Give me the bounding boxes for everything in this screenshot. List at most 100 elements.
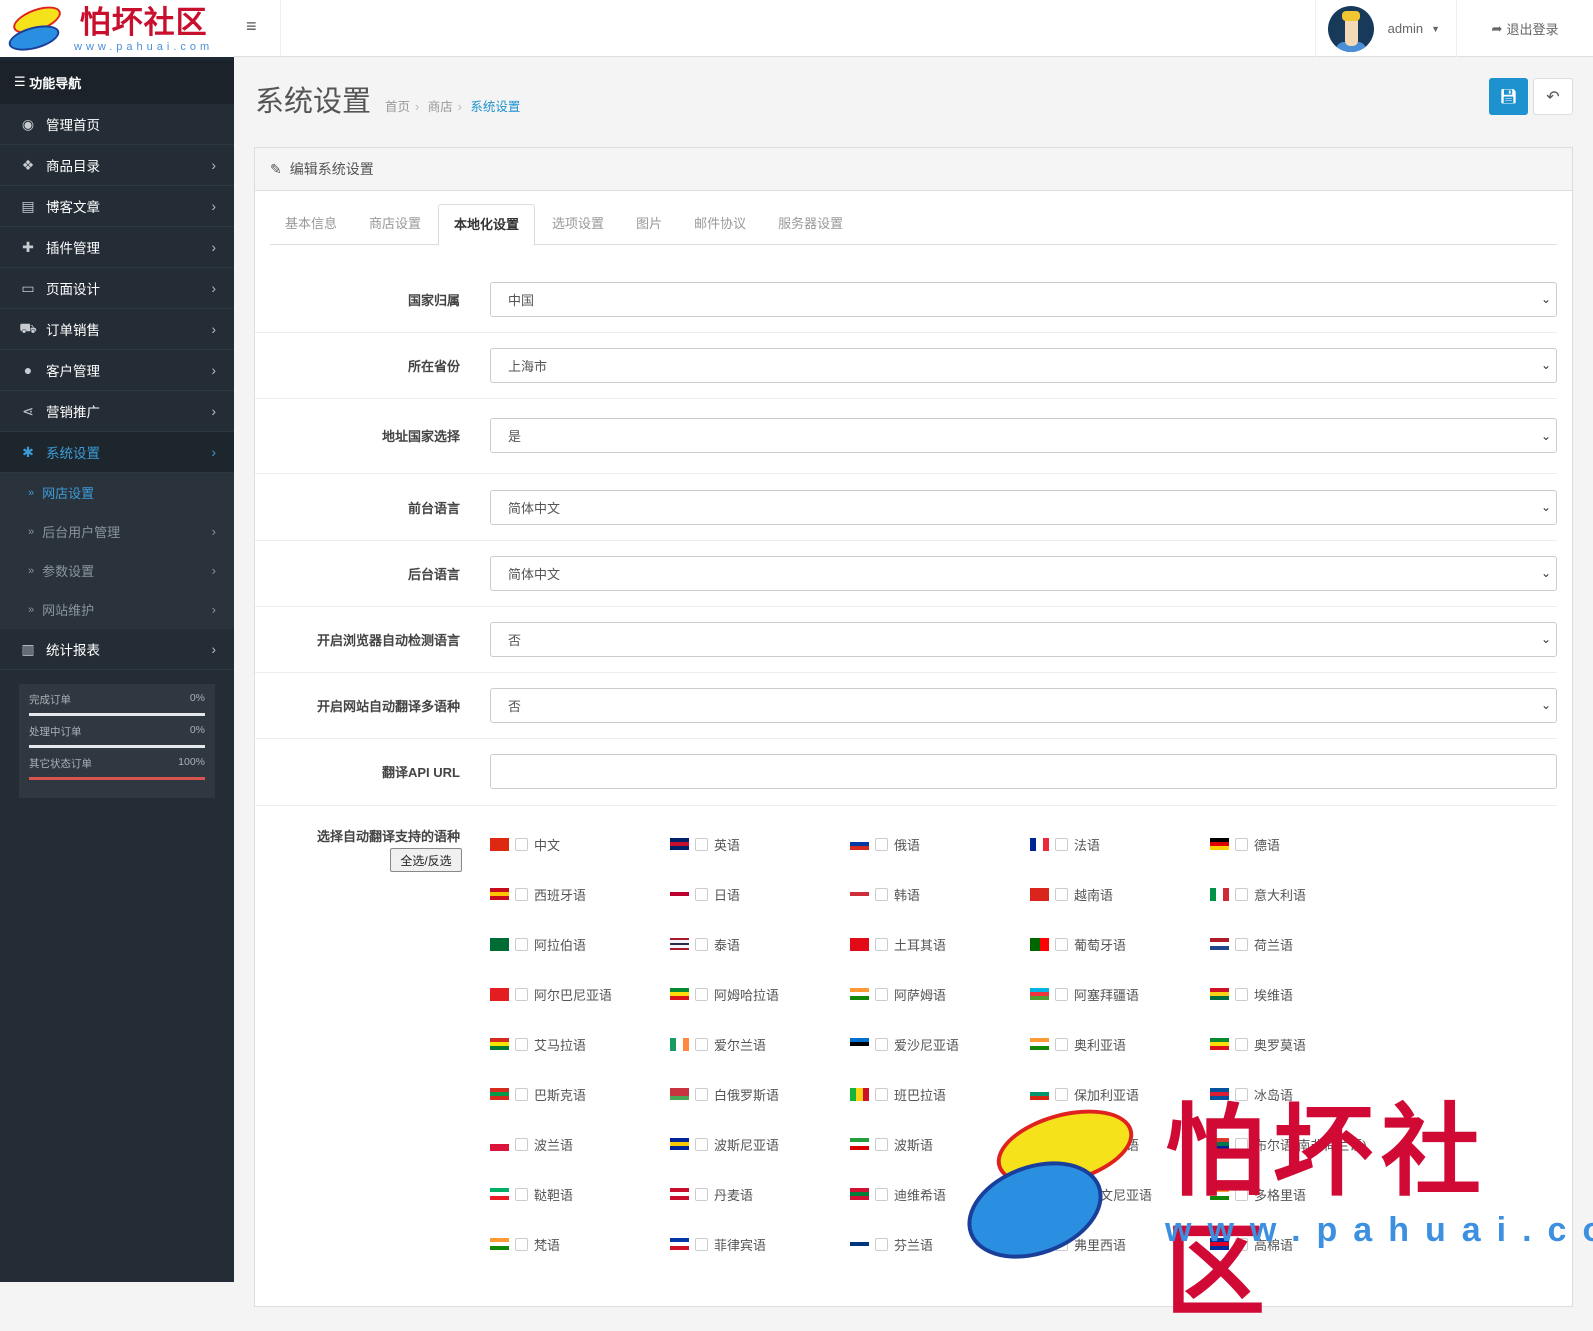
language-option[interactable]: 德语 — [1210, 834, 1280, 854]
language-checkbox[interactable] — [875, 887, 888, 901]
language-checkbox[interactable] — [1055, 937, 1068, 951]
language-option[interactable]: 梵语 — [490, 1234, 560, 1254]
language-option[interactable]: 泰语 — [670, 934, 740, 954]
language-option[interactable]: 班巴拉语 — [850, 1084, 946, 1104]
select-field[interactable]: 简体中文 ⌄ — [490, 489, 1557, 525]
language-option[interactable]: 巴斯克语 — [490, 1084, 586, 1104]
language-option[interactable]: 弗里西语 — [1030, 1234, 1126, 1254]
sidebar-item[interactable]: ✚ 插件管理 › — [0, 227, 234, 268]
language-option[interactable]: 埃维语 — [1210, 984, 1293, 1004]
language-option[interactable]: 迪维希语 — [850, 1184, 946, 1204]
language-checkbox[interactable] — [1235, 1137, 1248, 1151]
language-checkbox[interactable] — [875, 837, 888, 851]
language-option[interactable]: 保加利亚语 — [1030, 1084, 1139, 1104]
sidebar-item[interactable]: ▤ 博客文章 › — [0, 186, 234, 227]
sidebar-item[interactable]: ✱ 系统设置 › — [0, 432, 234, 473]
language-option[interactable]: 鞑靼语 — [490, 1184, 573, 1204]
language-checkbox[interactable] — [1055, 1037, 1068, 1051]
language-checkbox[interactable] — [1235, 1037, 1248, 1051]
language-checkbox[interactable] — [1235, 1237, 1248, 1251]
breadcrumb-current[interactable]: 系统设置 — [470, 100, 520, 114]
language-checkbox[interactable] — [1235, 887, 1248, 901]
tab-3[interactable]: 选项设置 — [537, 204, 619, 244]
language-checkbox[interactable] — [695, 1137, 708, 1151]
language-checkbox[interactable] — [695, 1087, 708, 1101]
sidebar-item[interactable]: ▭ 页面设计 › — [0, 268, 234, 309]
language-checkbox[interactable] — [515, 1037, 528, 1051]
language-checkbox[interactable] — [695, 937, 708, 951]
sidebar-item[interactable]: ◉ 管理首页 — [0, 104, 234, 145]
logout-button[interactable]: ➦ 退出登录 — [1456, 0, 1593, 57]
language-checkbox[interactable] — [515, 1087, 528, 1101]
sidebar-item[interactable]: ❖ 商品目录 › — [0, 145, 234, 186]
language-option[interactable]: 荷兰语 — [1210, 934, 1293, 954]
language-option[interactable]: 阿塞拜疆语 — [1030, 984, 1139, 1004]
language-checkbox[interactable] — [875, 1037, 888, 1051]
select-field[interactable]: 上海市 ⌄ — [490, 347, 1557, 383]
language-checkbox[interactable] — [1055, 1187, 1068, 1201]
language-option[interactable]: 越南语 — [1030, 884, 1113, 904]
language-checkbox[interactable] — [875, 1087, 888, 1101]
language-checkbox[interactable] — [1055, 1087, 1068, 1101]
language-checkbox[interactable] — [1235, 987, 1248, 1001]
language-option[interactable]: 斯洛文尼亚语 — [1030, 1184, 1152, 1204]
language-checkbox[interactable] — [515, 887, 528, 901]
sidebar-subitem[interactable]: » 后台用户管理 › — [0, 512, 234, 551]
language-option[interactable]: 阿萨姆语 — [850, 984, 946, 1004]
select-field[interactable]: 否 ⌄ — [490, 621, 1557, 657]
language-option[interactable]: 冰岛语 — [1210, 1084, 1293, 1104]
sidebar-subitem[interactable]: » 网店设置 — [0, 473, 234, 512]
language-checkbox[interactable] — [1055, 837, 1068, 851]
language-checkbox[interactable] — [515, 1137, 528, 1151]
tab-0[interactable]: 基本信息 — [270, 204, 352, 244]
language-option[interactable]: 菲律宾语 — [670, 1234, 766, 1254]
language-option[interactable]: 中文 — [490, 834, 560, 854]
tab-2[interactable]: 本地化设置 — [438, 204, 536, 246]
language-option[interactable]: 英语 — [670, 834, 740, 854]
language-option[interactable]: 布尔语(南非荷兰语) — [1210, 1134, 1367, 1154]
select-field[interactable]: 中国 ⌄ — [490, 281, 1557, 317]
language-option[interactable]: 阿尔巴尼亚语 — [490, 984, 612, 1004]
language-checkbox[interactable] — [515, 1237, 528, 1251]
language-checkbox[interactable] — [695, 1237, 708, 1251]
sidebar-subitem[interactable]: » 参数设置 › — [0, 551, 234, 590]
breadcrumb-store[interactable]: 商店 — [428, 100, 453, 114]
language-option[interactable]: 奥罗莫语 — [1210, 1034, 1306, 1054]
language-checkbox[interactable] — [1055, 1237, 1068, 1251]
language-checkbox[interactable] — [1235, 1087, 1248, 1101]
language-option[interactable]: 葡萄牙语 — [1030, 934, 1126, 954]
sidebar-item[interactable]: ● 客户管理 › — [0, 350, 234, 391]
language-checkbox[interactable] — [875, 1137, 888, 1151]
language-option[interactable]: 多格里语 — [1210, 1184, 1306, 1204]
select-all-button[interactable]: 全选/反选 — [390, 848, 462, 872]
tab-5[interactable]: 邮件协议 — [679, 204, 761, 244]
language-option[interactable]: 俄语 — [850, 834, 920, 854]
language-checkbox[interactable] — [695, 1187, 708, 1201]
back-button[interactable]: ↶ — [1533, 78, 1573, 115]
language-option[interactable]: 丹麦语 — [670, 1184, 753, 1204]
select-field[interactable]: 简体中文 ⌄ — [490, 555, 1557, 591]
sidebar-subitem[interactable]: » 网站维护 › — [0, 590, 234, 629]
breadcrumb-home[interactable]: 首页 — [385, 100, 410, 114]
language-option[interactable]: 波斯语 — [850, 1134, 933, 1154]
hamburger-toggle-icon[interactable]: ≡ — [246, 16, 257, 37]
language-checkbox[interactable] — [875, 987, 888, 1001]
language-option[interactable]: 意大利语 — [1210, 884, 1306, 904]
language-checkbox[interactable] — [1055, 1137, 1068, 1151]
language-checkbox[interactable] — [695, 1037, 708, 1051]
sidebar-item[interactable]: ⛟ 订单销售 › — [0, 309, 234, 350]
sidebar-item[interactable]: ▥ 统计报表 › — [0, 629, 234, 670]
language-checkbox[interactable] — [695, 837, 708, 851]
language-checkbox[interactable] — [875, 1237, 888, 1251]
language-checkbox[interactable] — [1055, 987, 1068, 1001]
language-option[interactable]: 芬兰语 — [850, 1234, 933, 1254]
language-checkbox[interactable] — [515, 837, 528, 851]
language-option[interactable]: 阿拉伯语 — [490, 934, 586, 954]
language-option[interactable]: 博杰普尔语 — [1030, 1134, 1139, 1154]
language-checkbox[interactable] — [875, 937, 888, 951]
language-checkbox[interactable] — [695, 887, 708, 901]
language-option[interactable]: 西班牙语 — [490, 884, 586, 904]
language-option[interactable]: 艾马拉语 — [490, 1034, 586, 1054]
language-option[interactable]: 阿姆哈拉语 — [670, 984, 779, 1004]
language-checkbox[interactable] — [515, 937, 528, 951]
